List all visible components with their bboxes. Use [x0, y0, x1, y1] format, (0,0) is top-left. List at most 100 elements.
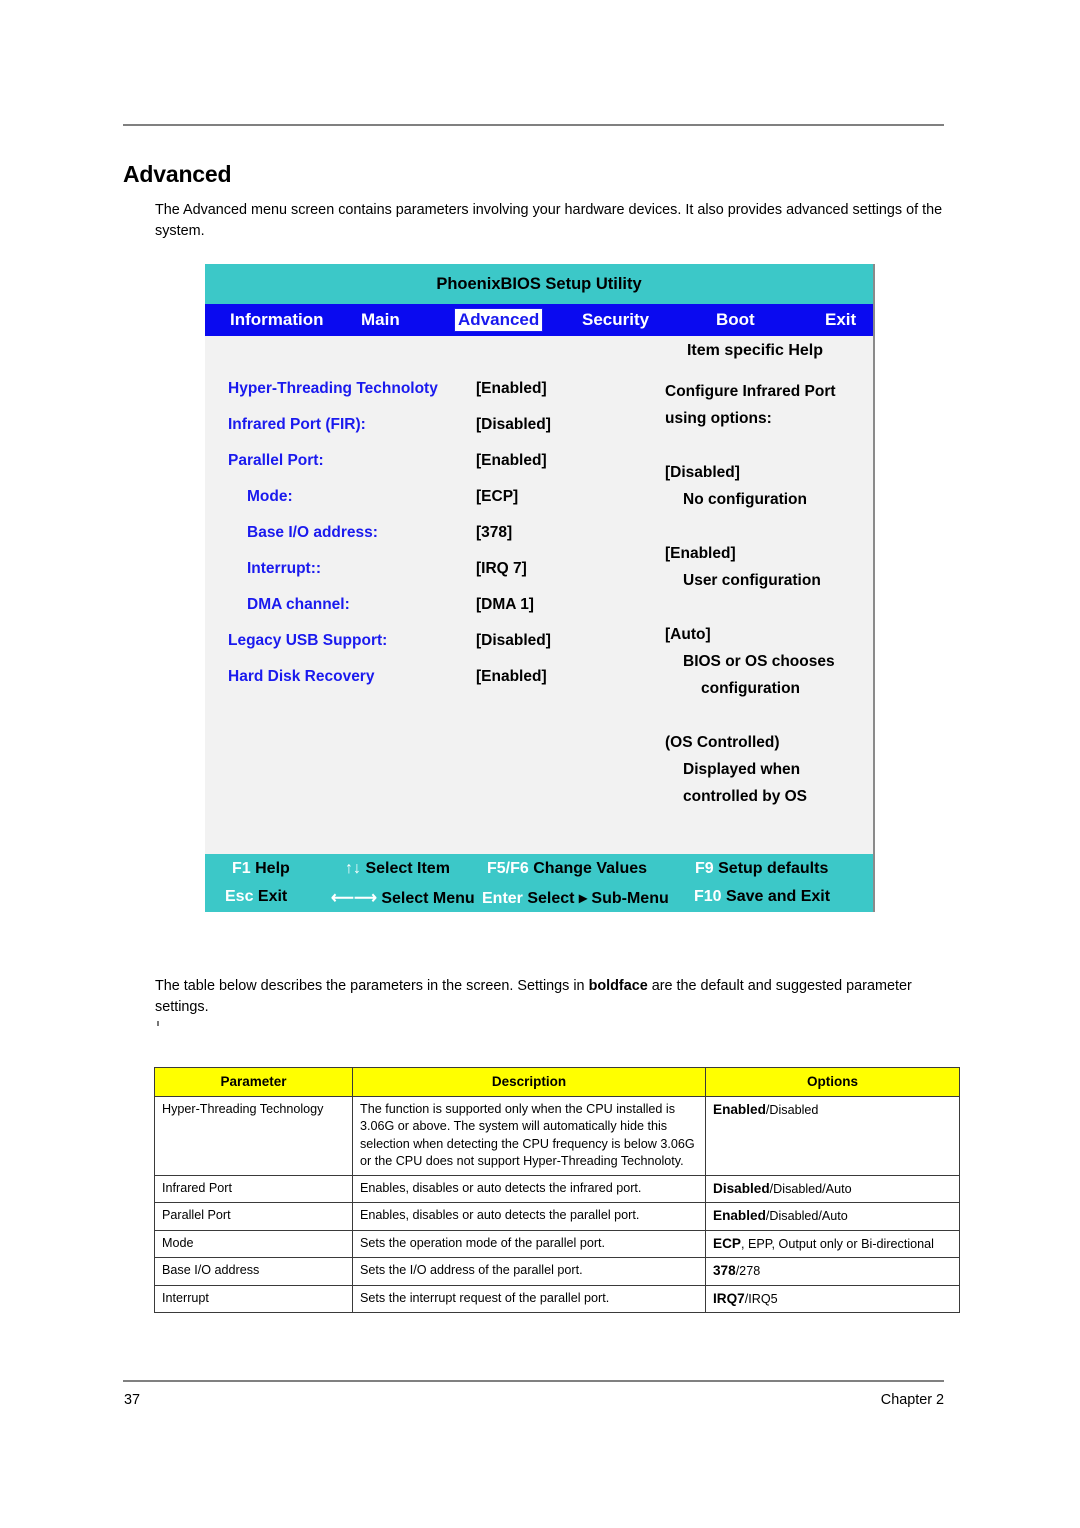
- bios-function-key-label: Save and Exit: [721, 888, 831, 905]
- bios-function-key[interactable]: F9 Setup defaults: [695, 860, 828, 878]
- bios-setting-row[interactable]: Hyper-Threading Technoloty [Enabled]: [205, 380, 655, 416]
- cell-options-default: IRQ7: [713, 1290, 745, 1306]
- bios-function-key[interactable]: F5/F6 Change Values: [487, 860, 647, 878]
- bios-function-key[interactable]: ↑↓ Select Item: [345, 860, 450, 878]
- bios-menu-tab-exit[interactable]: Exit: [822, 309, 859, 331]
- cell-parameter: Parallel Port: [154, 1202, 353, 1231]
- cell-parameter: Interrupt: [154, 1284, 353, 1313]
- bios-setting-value[interactable]: [Enabled]: [476, 452, 547, 470]
- bios-setting-value[interactable]: [IRQ 7]: [476, 560, 527, 578]
- cell-options: 378/278: [705, 1257, 960, 1286]
- bios-function-key-label: Select Menu: [376, 890, 475, 907]
- bios-setup-screenshot: PhoenixBIOS Setup Utility Information Mai…: [205, 264, 875, 912]
- bios-help-line: No configuration: [683, 491, 807, 508]
- bios-help-line: controlled by OS: [683, 788, 808, 805]
- bios-help-line: Displayed when: [683, 761, 801, 778]
- bios-menu-tab-boot[interactable]: Boot: [713, 309, 758, 331]
- bios-title-bar: PhoenixBIOS Setup Utility: [205, 264, 873, 304]
- bios-function-key-name: ↑↓: [345, 860, 361, 877]
- bios-function-key-label: Change Values: [528, 860, 648, 877]
- bios-setting-row[interactable]: Infrared Port (FIR): [Disabled]: [205, 416, 655, 452]
- bios-setting-label: Hyper-Threading Technoloty: [228, 380, 438, 397]
- cell-description: Sets the interrupt request of the parall…: [352, 1284, 706, 1313]
- bios-menu-tab-advanced[interactable]: Advanced: [453, 308, 544, 332]
- bios-setting-row[interactable]: Legacy USB Support: [Disabled]: [205, 632, 655, 668]
- bios-function-key[interactable]: Enter Select ▸ Sub-Menu: [482, 888, 669, 908]
- bios-help-line: (OS Controlled): [665, 734, 780, 751]
- bios-setting-label: Base I/O address:: [247, 524, 378, 541]
- cell-description: Enables, disables or auto detects the in…: [352, 1174, 706, 1203]
- bios-setting-row[interactable]: Base I/O address: [378]: [205, 524, 655, 560]
- bios-menu-bar: Information Main Advanced Security Boot Exit: [205, 304, 873, 336]
- bios-menu-tab-security[interactable]: Security: [579, 309, 652, 331]
- cell-options-rest: /278: [735, 1264, 761, 1278]
- bios-help-line: User configuration: [683, 572, 821, 589]
- table-intro-text-1: The table below describes the parameters…: [155, 978, 589, 995]
- bios-function-key-name: F10: [694, 888, 722, 905]
- cell-description: The function is supported only when the …: [352, 1095, 706, 1176]
- column-header-options: Options: [705, 1067, 960, 1097]
- bios-function-key-label: Setup defaults: [713, 860, 829, 877]
- bios-function-key-label: Select Item: [361, 860, 450, 877]
- table-row: Base I/O address Sets the I/O address of …: [154, 1257, 960, 1286]
- bios-help-spacer: [665, 702, 880, 729]
- header-rule: [123, 124, 944, 126]
- item-specific-help-title: Item specific Help: [686, 342, 824, 359]
- bios-help-line: BIOS or OS chooses: [683, 653, 835, 670]
- intro-paragraph: The Advanced menu screen contains parame…: [155, 202, 943, 240]
- cell-options-rest: /Disabled: [765, 1102, 819, 1117]
- bios-function-key[interactable]: F1 Help: [232, 860, 290, 878]
- bios-setting-row[interactable]: Hard Disk Recovery [Enabled]: [205, 668, 655, 704]
- bios-function-key[interactable]: ⟵⟶ Select Menu: [331, 888, 475, 908]
- bios-setting-label: Legacy USB Support:: [228, 632, 388, 649]
- bios-setting-value[interactable]: [Disabled]: [476, 632, 551, 650]
- bios-setting-value[interactable]: [Enabled]: [476, 380, 547, 398]
- cell-parameter: Base I/O address: [154, 1257, 353, 1286]
- bios-settings-list: Hyper-Threading Technoloty [Enabled] Infra…: [205, 380, 655, 704]
- cell-options-default: Enabled: [713, 1101, 766, 1117]
- bios-setting-label: Parallel Port:: [228, 452, 324, 469]
- bios-setting-value[interactable]: [Enabled]: [476, 668, 547, 686]
- cell-options-rest: /Disabled/Auto: [765, 1209, 848, 1223]
- bios-setting-row[interactable]: Parallel Port: [Enabled]: [205, 452, 655, 488]
- bios-menu-tab-information[interactable]: Information: [227, 309, 327, 331]
- bios-function-key[interactable]: Esc Exit: [225, 888, 287, 906]
- parameter-table: Parameter Description Options Hyper-Thre…: [154, 1067, 960, 1313]
- table-row: Infrared Port Enables, disables or auto d…: [154, 1174, 960, 1203]
- bios-body: Item specific Help Hyper-Threading Techn…: [205, 336, 873, 854]
- bios-function-key-name: F9: [695, 860, 714, 877]
- table-row: Interrupt Sets the interrupt request of t…: [154, 1284, 960, 1313]
- bios-help-line: Configure Infrared Port: [665, 383, 836, 400]
- bios-menu-tab-main[interactable]: Main: [358, 309, 403, 331]
- table-intro-paragraph: The table below describes the parameters…: [155, 976, 955, 1018]
- bios-help-line: [Disabled]: [665, 464, 740, 481]
- bios-setting-value[interactable]: [DMA 1]: [476, 596, 534, 614]
- bios-help-spacer: [665, 432, 880, 459]
- bios-help-spacer: [665, 594, 880, 621]
- bios-setting-value[interactable]: [378]: [476, 524, 512, 542]
- cell-options: IRQ7/IRQ5: [705, 1284, 960, 1313]
- table-header-row: Parameter Description Options: [154, 1067, 960, 1097]
- bios-function-key-name: Esc: [225, 888, 254, 905]
- bios-function-key-name: F5/F6: [487, 860, 529, 877]
- cell-parameter: Mode: [154, 1229, 353, 1258]
- bios-function-key-name: ⟵⟶: [331, 890, 377, 907]
- bios-function-key-label: Select ▸ Sub-Menu: [522, 890, 669, 907]
- bios-function-key-label: Exit: [253, 888, 288, 905]
- footer-page-number: 37: [124, 1392, 141, 1408]
- footer-chapter-label: Chapter 2: [880, 1392, 944, 1408]
- bios-setting-value[interactable]: [Disabled]: [476, 416, 551, 434]
- bios-setting-row[interactable]: Mode: [ECP]: [205, 488, 655, 524]
- bios-setting-value[interactable]: [ECP]: [476, 488, 518, 506]
- bios-function-key-name: Enter: [482, 890, 523, 907]
- bios-help-spacer: [665, 513, 880, 540]
- bios-function-key[interactable]: F10 Save and Exit: [694, 888, 830, 906]
- cell-options-rest: , EPP, Output only or Bi-directional: [740, 1236, 934, 1251]
- bios-setting-label: DMA channel:: [247, 596, 350, 613]
- cell-description: Sets the I/O address of the parallel por…: [352, 1257, 706, 1286]
- bios-help-line: [Enabled]: [665, 545, 736, 562]
- bios-help-panel: Configure Infrared Port using options: [Di…: [665, 378, 880, 810]
- cell-options: Enabled/Disabled/Auto: [705, 1202, 960, 1231]
- bios-setting-row[interactable]: Interrupt:: [IRQ 7]: [205, 560, 655, 596]
- bios-setting-row[interactable]: DMA channel: [DMA 1]: [205, 596, 655, 632]
